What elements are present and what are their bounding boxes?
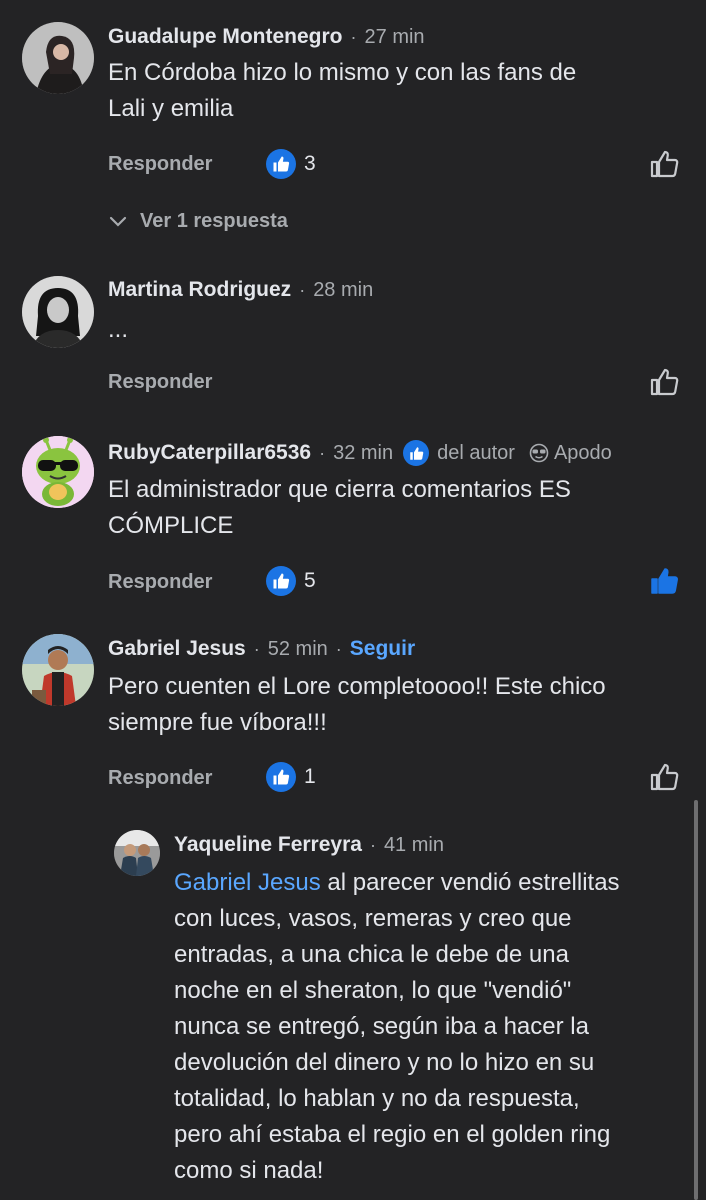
- comment-text-line: siempre fue víbora!!!: [108, 709, 327, 736]
- nickname-badge-label: Apodo: [553, 441, 612, 464]
- view-replies-label: Ver 1 respuesta: [140, 210, 288, 232]
- author-name[interactable]: Gabriel Jesus: [108, 637, 246, 661]
- sunglasses-face-icon: [529, 443, 549, 463]
- separator-dot: ·: [350, 26, 357, 47]
- reply-button[interactable]: Responder: [108, 767, 212, 790]
- author-like-badge: del autor: [403, 440, 515, 466]
- separator-dot: ·: [253, 638, 260, 659]
- mention-link[interactable]: Gabriel Jesus: [174, 869, 321, 896]
- comment-header: Guadalupe Montenegro · 27 min: [108, 24, 425, 50]
- comment-text-line: Pero cuenten el Lore completoooo!! Este …: [108, 673, 606, 700]
- separator-dot: ·: [319, 442, 326, 463]
- comment-text-line: CÓMPLICE: [108, 512, 234, 539]
- comment-header: RubyCaterpillar6536 · 32 min del autor A…: [108, 439, 612, 467]
- reply-text-line: totalidad, lo hablan y no da respuesta,: [174, 1085, 580, 1112]
- like-icon: [403, 440, 430, 466]
- comment-text: En Córdoba hizo lo mismo y con las fans …: [108, 55, 576, 127]
- comment-text-line: El administrador que cierra comentarios …: [108, 476, 571, 503]
- follow-button[interactable]: Seguir: [350, 637, 415, 661]
- timestamp[interactable]: 28 min: [313, 279, 373, 302]
- author-name[interactable]: RubyCaterpillar6536: [108, 441, 311, 465]
- comment-text: ...: [108, 312, 128, 348]
- like-reaction-icon: [266, 566, 296, 596]
- reply-text-line: noche en el sheraton, lo que "vendió": [174, 977, 572, 1004]
- comment-text-line: Lali y emilia: [108, 95, 234, 122]
- avatar[interactable]: [22, 276, 94, 348]
- view-replies-link[interactable]: Ver 1 respuesta: [108, 210, 288, 233]
- reply-text-line: devolución del dinero y no lo hizo en su: [174, 1049, 595, 1076]
- reply-text-line: como si nada!: [174, 1157, 324, 1184]
- avatar[interactable]: [22, 22, 94, 94]
- like-button-icon[interactable]: [648, 148, 680, 180]
- comment-text: Pero cuenten el Lore completoooo!! Este …: [108, 669, 606, 741]
- reply-text: Gabriel Jesus al parecer vendió estrelli…: [174, 865, 620, 1189]
- reply-text-line: nunca se entregó, según iba a hacer la: [174, 1013, 589, 1040]
- timestamp[interactable]: 27 min: [365, 26, 425, 49]
- comment-header: Martina Rodriguez · 28 min: [108, 277, 373, 303]
- reply-button[interactable]: Responder: [108, 571, 212, 594]
- like-button-icon[interactable]: [648, 366, 680, 398]
- comment-header: Gabriel Jesus · 52 min · Seguir: [108, 636, 415, 662]
- reply-text-line: con luces, vasos, remeras y creo que: [174, 905, 572, 932]
- reaction-summary[interactable]: 3: [266, 149, 316, 179]
- timestamp[interactable]: 52 min: [268, 638, 328, 661]
- author-name[interactable]: Yaqueline Ferreyra: [174, 833, 362, 857]
- avatar[interactable]: [22, 436, 94, 508]
- like-reaction-icon: [266, 149, 296, 179]
- reply-text-line: pero ahí estaba el regio en el golden ri…: [174, 1121, 611, 1148]
- comment-text: El administrador que cierra comentarios …: [108, 472, 571, 544]
- reply-text-line: Gabriel Jesus al parecer vendió estrelli…: [174, 865, 620, 901]
- reaction-count: 1: [304, 765, 316, 788]
- reply-text-fragment: al parecer vendió estrellitas: [320, 869, 620, 896]
- comment-text-line: ...: [108, 316, 129, 343]
- timestamp[interactable]: 41 min: [384, 834, 444, 857]
- like-button-icon[interactable]: [648, 761, 680, 793]
- liked-button-icon[interactable]: [648, 565, 680, 597]
- reaction-summary[interactable]: 1: [266, 762, 316, 792]
- like-reaction-icon: [266, 762, 296, 792]
- author-name[interactable]: Guadalupe Montenegro: [108, 25, 343, 49]
- reaction-summary[interactable]: 5: [266, 566, 316, 596]
- avatar[interactable]: [22, 634, 94, 706]
- comment-text-line: En Córdoba hizo lo mismo y con las fans …: [108, 59, 577, 86]
- author-name[interactable]: Martina Rodriguez: [108, 278, 291, 302]
- reaction-count: 3: [304, 152, 316, 175]
- avatar[interactable]: [114, 830, 160, 876]
- nickname-badge: Apodo: [529, 442, 612, 465]
- reply-button[interactable]: Responder: [108, 153, 212, 176]
- reaction-count: 5: [304, 569, 316, 592]
- author-badge-label: del autor: [437, 441, 515, 464]
- timestamp[interactable]: 32 min: [333, 442, 393, 465]
- separator-dot: ·: [369, 834, 376, 855]
- chevron-down-icon: [109, 216, 127, 227]
- reply-button[interactable]: Responder: [108, 371, 212, 394]
- scrollbar[interactable]: [694, 800, 698, 1200]
- separator-dot: ·: [299, 279, 306, 300]
- reply-text-line: entradas, a una chica le debe de una: [174, 941, 569, 968]
- reply-header: Yaqueline Ferreyra · 41 min: [174, 832, 444, 858]
- separator-dot: ·: [335, 638, 342, 659]
